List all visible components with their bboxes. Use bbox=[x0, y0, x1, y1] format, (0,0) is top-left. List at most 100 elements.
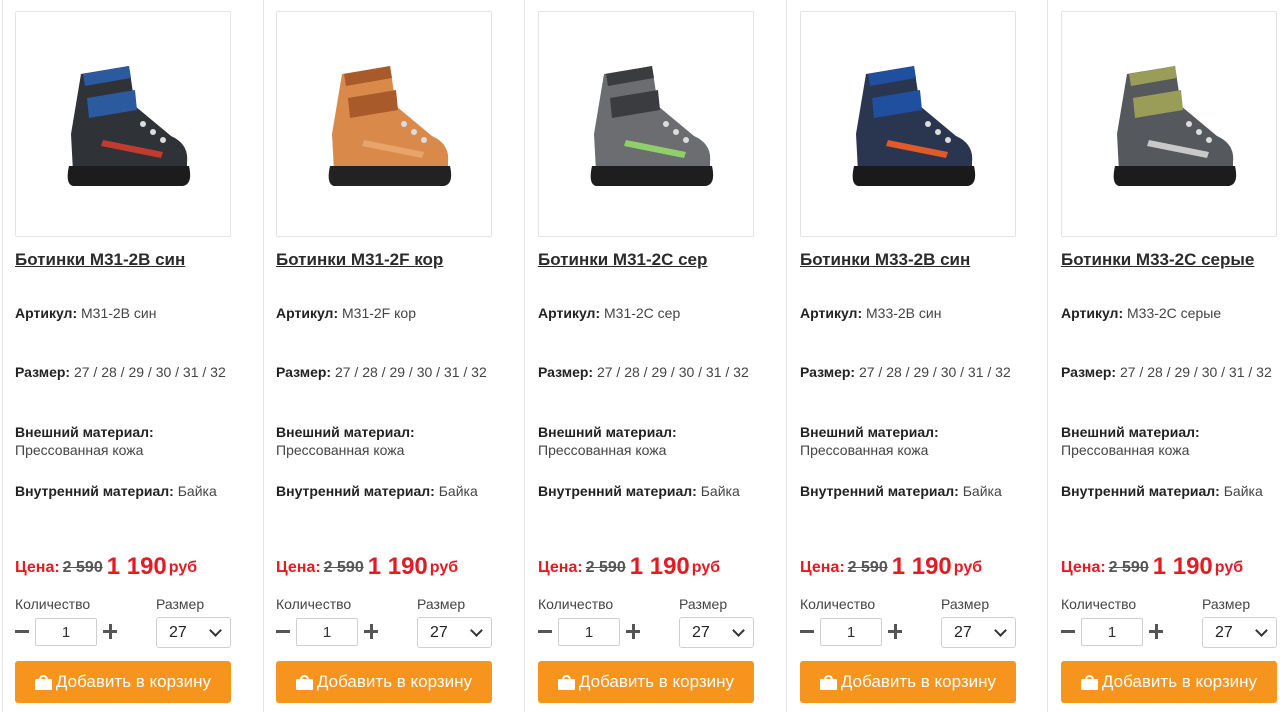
product-image[interactable] bbox=[538, 11, 754, 237]
price-row: Цена: 2 590 1 190 руб bbox=[276, 553, 516, 581]
article-value: M31-2F кор bbox=[342, 305, 416, 321]
add-to-cart-label: Добавить в корзину bbox=[316, 672, 473, 691]
size-select-label: Размер bbox=[417, 596, 466, 612]
boot-icon bbox=[852, 66, 976, 186]
current-price: 1 190 bbox=[629, 553, 690, 580]
outer-material-value: Прессованная кожа bbox=[1061, 442, 1190, 458]
quantity-input[interactable] bbox=[35, 618, 97, 646]
sizes-label: Размер: bbox=[1061, 364, 1117, 380]
size-select-value: 27 bbox=[692, 624, 710, 641]
current-price: 1 190 bbox=[891, 553, 952, 580]
decrease-quantity-button[interactable] bbox=[538, 618, 554, 646]
quantity-input[interactable] bbox=[820, 618, 882, 646]
increase-quantity-button[interactable] bbox=[1149, 618, 1165, 646]
currency-label: руб bbox=[429, 559, 459, 576]
price-label: Цена: bbox=[538, 559, 583, 576]
article-label: Артикул: bbox=[1061, 305, 1124, 321]
quantity-input[interactable] bbox=[1081, 618, 1143, 646]
outer-material-value: Прессованная кожа bbox=[800, 442, 929, 458]
inner-material-value: Байка bbox=[962, 483, 1002, 499]
quantity-label: Количество bbox=[538, 596, 614, 612]
size-select[interactable]: 27 bbox=[941, 617, 1016, 648]
old-price: 2 590 bbox=[585, 559, 626, 576]
inner-material-label: Внутренний материал: bbox=[1061, 483, 1220, 499]
add-to-cart-button[interactable]: Добавить в корзину bbox=[538, 661, 754, 703]
add-to-cart-button[interactable]: Добавить в корзину bbox=[1061, 661, 1277, 703]
currency-label: руб bbox=[953, 559, 983, 576]
article-field: Артикул: M31-2C сер bbox=[538, 304, 758, 322]
increase-quantity-button[interactable] bbox=[888, 618, 904, 646]
shopping-bag-icon bbox=[1080, 674, 1098, 690]
outer-material-label: Внешний материал: bbox=[276, 424, 415, 440]
size-select[interactable]: 27 bbox=[417, 617, 492, 648]
size-select[interactable]: 27 bbox=[679, 617, 754, 648]
product-image[interactable] bbox=[15, 11, 231, 237]
product-image[interactable] bbox=[1061, 11, 1277, 237]
product-image[interactable] bbox=[800, 11, 1016, 237]
currency-label: руб bbox=[691, 559, 721, 576]
column-divider bbox=[2, 0, 3, 712]
quantity-label: Количество bbox=[800, 596, 876, 612]
price-label: Цена: bbox=[800, 559, 845, 576]
add-to-cart-button[interactable]: Добавить в корзину bbox=[15, 661, 231, 703]
decrease-quantity-button[interactable] bbox=[276, 618, 292, 646]
product-title[interactable]: Ботинки M31-2B син bbox=[15, 250, 245, 270]
article-label: Артикул: bbox=[800, 305, 863, 321]
add-to-cart-button[interactable]: Добавить в корзину bbox=[276, 661, 492, 703]
increase-quantity-button[interactable] bbox=[364, 618, 380, 646]
old-price: 2 590 bbox=[847, 559, 888, 576]
add-to-cart-label: Добавить в корзину bbox=[840, 672, 997, 691]
sizes-label: Размер: bbox=[15, 364, 71, 380]
decrease-quantity-button[interactable] bbox=[800, 618, 816, 646]
inner-material-field: Внутренний материал: Байка bbox=[538, 482, 758, 500]
currency-label: руб bbox=[1214, 559, 1244, 576]
boot-icon bbox=[1113, 66, 1237, 186]
current-price: 1 190 bbox=[106, 553, 167, 580]
price-label: Цена: bbox=[1061, 559, 1106, 576]
boot-icon bbox=[328, 66, 452, 186]
size-select-label: Размер bbox=[156, 596, 205, 612]
chevron-down-icon bbox=[732, 624, 745, 637]
product-title[interactable]: Ботинки M31-2F кор bbox=[276, 250, 506, 270]
inner-material-value: Байка bbox=[438, 483, 478, 499]
old-price: 2 590 bbox=[323, 559, 364, 576]
outer-material-field: Внешний материал: Прессованная кожа bbox=[800, 423, 1020, 459]
size-select-value: 27 bbox=[169, 624, 187, 641]
sizes-value: 27 / 28 / 29 / 30 / 31 / 32 bbox=[858, 364, 1011, 380]
inner-material-field: Внутренний материал: Байка bbox=[800, 482, 1020, 500]
inner-material-label: Внутренний материал: bbox=[15, 483, 174, 499]
quantity-input[interactable] bbox=[558, 618, 620, 646]
price-row: Цена: 2 590 1 190 руб bbox=[15, 553, 255, 581]
shopping-bag-icon bbox=[34, 674, 52, 690]
inner-material-value: Байка bbox=[177, 483, 217, 499]
sizes-field: Размер: 27 / 28 / 29 / 30 / 31 / 32 bbox=[800, 363, 1020, 381]
size-select-value: 27 bbox=[430, 624, 448, 641]
current-price: 1 190 bbox=[367, 553, 428, 580]
current-price: 1 190 bbox=[1152, 553, 1213, 580]
product-card: Ботинки M33-2B син Артикул: M33-2B син Р… bbox=[800, 0, 1016, 712]
size-select-value: 27 bbox=[954, 624, 972, 641]
product-title[interactable]: Ботинки M33-2B син bbox=[800, 250, 1030, 270]
inner-material-label: Внутренний материал: bbox=[800, 483, 959, 499]
increase-quantity-button[interactable] bbox=[626, 618, 642, 646]
size-select[interactable]: 27 bbox=[156, 617, 231, 648]
sizes-value: 27 / 28 / 29 / 30 / 31 / 32 bbox=[596, 364, 749, 380]
size-select[interactable]: 27 bbox=[1202, 617, 1277, 648]
shopping-bag-icon bbox=[819, 674, 837, 690]
add-to-cart-button[interactable]: Добавить в корзину bbox=[800, 661, 1016, 703]
inner-material-label: Внутренний материал: bbox=[276, 483, 435, 499]
increase-quantity-button[interactable] bbox=[103, 618, 119, 646]
price-row: Цена: 2 590 1 190 руб bbox=[538, 553, 778, 581]
sizes-value: 27 / 28 / 29 / 30 / 31 / 32 bbox=[334, 364, 487, 380]
old-price: 2 590 bbox=[1108, 559, 1149, 576]
product-title[interactable]: Ботинки M31-2C сер bbox=[538, 250, 768, 270]
decrease-quantity-button[interactable] bbox=[15, 618, 31, 646]
quantity-input[interactable] bbox=[296, 618, 358, 646]
currency-label: руб bbox=[168, 559, 198, 576]
article-value: M31-2B син bbox=[81, 305, 157, 321]
product-title[interactable]: Ботинки M33-2C серые bbox=[1061, 250, 1280, 270]
product-image[interactable] bbox=[276, 11, 492, 237]
inner-material-field: Внутренний материал: Байка bbox=[1061, 482, 1280, 500]
decrease-quantity-button[interactable] bbox=[1061, 618, 1077, 646]
article-value: M33-2B син bbox=[866, 305, 942, 321]
